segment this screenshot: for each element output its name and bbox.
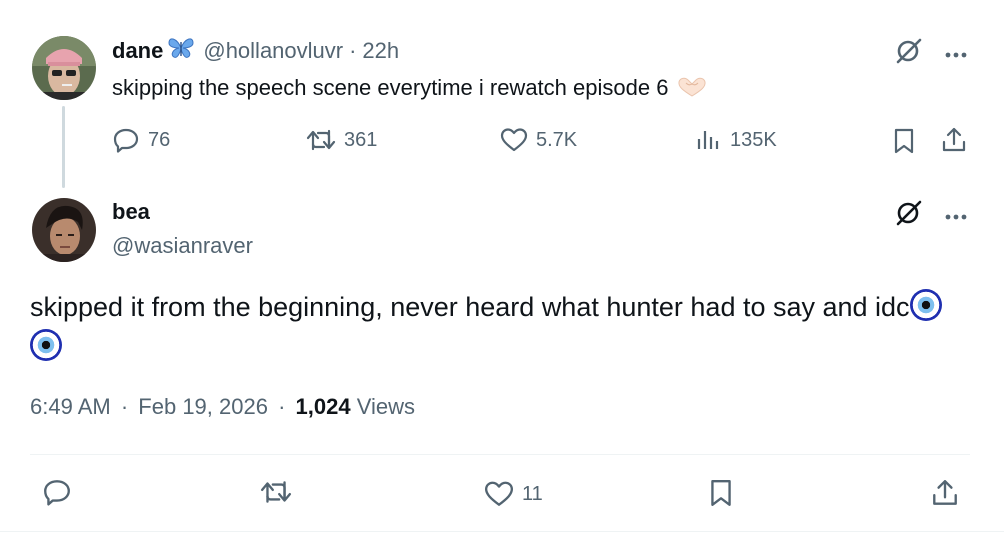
author-name[interactable]: dane — [112, 38, 163, 64]
separator: · — [278, 394, 286, 419]
heart-hands-emoji — [676, 76, 708, 105]
repost-count: 361 — [344, 128, 378, 151]
reply-views-label: Views — [356, 394, 416, 419]
like-button[interactable]: 5.7K — [500, 127, 577, 153]
share-icon — [933, 480, 957, 505]
reply-author-name[interactable]: bea — [112, 199, 150, 225]
avatar-dane[interactable] — [32, 36, 96, 100]
share-button[interactable] — [940, 126, 968, 154]
views-button[interactable]: 135K — [696, 127, 777, 153]
reply-author-handle[interactable]: @wasianraver — [112, 233, 253, 259]
reply-like-count: 11 — [522, 482, 543, 505]
share-button-bottom[interactable] — [930, 478, 960, 508]
reply-button-bottom[interactable] — [42, 478, 72, 506]
heart-icon — [484, 481, 514, 506]
reply-date[interactable]: Feb 19, 2026 — [138, 394, 268, 419]
timestamp[interactable]: 22h — [362, 38, 399, 64]
reply-tweet-text: skipped it from the beginning, never hea… — [30, 292, 910, 322]
bookmark-icon — [711, 480, 731, 506]
like-button-bottom[interactable]: 11 — [484, 480, 543, 508]
parent-header: dane @hollanovluvr · 22h — [112, 36, 399, 66]
reply-view-count: 1,024 — [295, 394, 351, 419]
reply-meta: 6:49 AM · Feb 19, 2026 · 1,024 Views — [30, 394, 415, 420]
like-count: 5.7K — [536, 128, 578, 151]
reply-time[interactable]: 6:49 AM — [30, 394, 111, 419]
reply-text-container: skipped it from the beginning, never hea… — [30, 287, 970, 367]
reply-icon — [113, 128, 139, 153]
grok-icon[interactable] — [894, 36, 924, 71]
bookmark-button-bottom[interactable] — [708, 478, 734, 508]
more-options-icon-reply[interactable] — [944, 208, 968, 226]
avatar-bea[interactable] — [32, 198, 96, 262]
separator: · — [349, 38, 357, 63]
heart-icon — [500, 128, 528, 152]
parent-text-container: skipping the speech scene everytime i re… — [112, 74, 708, 105]
bookmark-button[interactable] — [892, 127, 916, 155]
repost-button-bottom[interactable] — [260, 478, 292, 506]
view-count: 135K — [730, 128, 777, 151]
share-icon — [942, 127, 966, 152]
analytics-icon — [697, 131, 719, 149]
repost-icon — [260, 481, 292, 503]
reply-count: 76 — [148, 128, 171, 151]
repost-icon — [306, 129, 336, 151]
tweet-text: skipping the speech scene everytime i re… — [112, 75, 669, 100]
repost-button[interactable]: 361 — [306, 127, 377, 153]
divider — [30, 454, 970, 455]
bottom-border — [0, 531, 1004, 532]
grok-icon-reply[interactable] — [894, 198, 924, 233]
reply-button[interactable]: 76 — [112, 127, 170, 153]
thread-line — [62, 106, 65, 188]
more-options-icon[interactable] — [944, 46, 968, 64]
bookmark-icon — [894, 128, 914, 154]
author-handle[interactable]: @hollanovluvr — [203, 38, 343, 64]
butterfly-emoji — [167, 36, 195, 66]
reply-icon — [44, 480, 70, 506]
separator: · — [120, 394, 129, 419]
